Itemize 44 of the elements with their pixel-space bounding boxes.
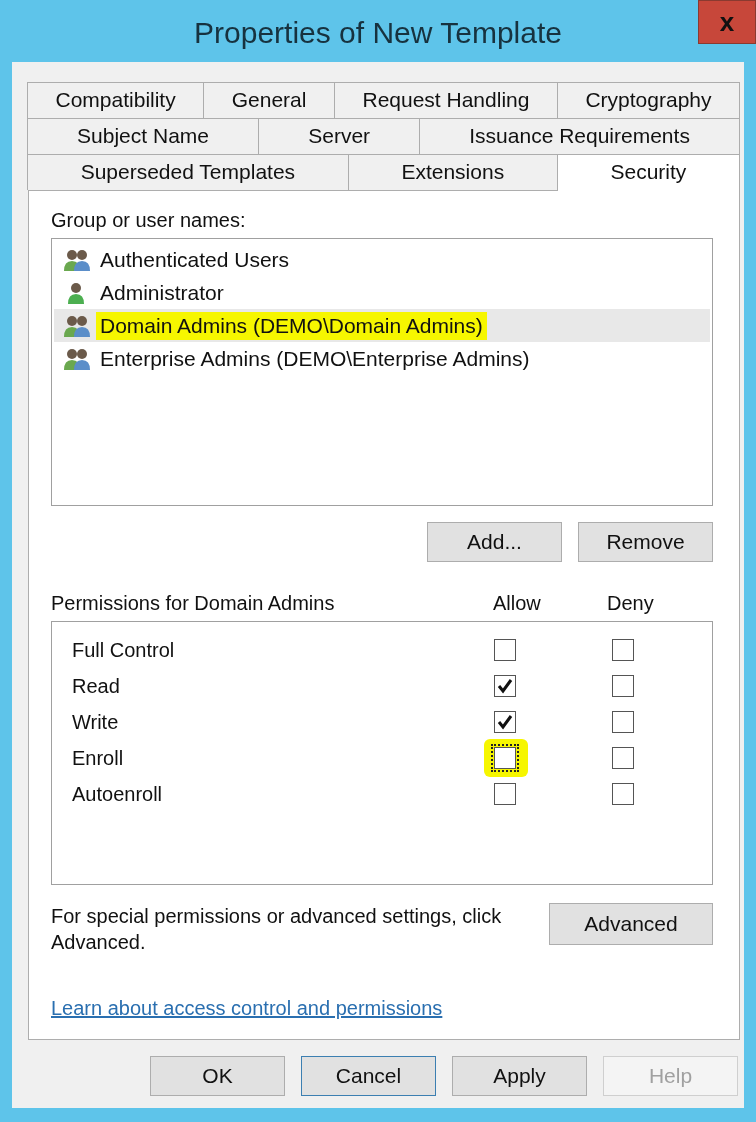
checkmark-icon: [497, 714, 513, 730]
permission-name: Enroll: [72, 746, 125, 770]
permission-name: Full Control: [72, 638, 176, 662]
tab[interactable]: Security: [556, 154, 740, 191]
user-name: Domain Admins (DEMO\Domain Admins): [96, 311, 487, 340]
deny-checkbox[interactable]: [612, 747, 634, 769]
tab[interactable]: Cryptography: [556, 82, 740, 118]
user-name: Enterprise Admins (DEMO\Enterprise Admins): [99, 345, 531, 372]
advanced-note: For special permissions or advanced settings, click Advanced.: [51, 904, 503, 955]
user-list-item[interactable]: Enterprise Admins (DEMO\Enterprise Admins): [54, 342, 710, 375]
allow-checkbox[interactable]: [494, 783, 516, 805]
window-title: Properties of New Template: [194, 16, 562, 50]
column-header: Allow: [492, 592, 542, 615]
deny-checkbox[interactable]: [612, 675, 634, 697]
user-name: Authenticated Users: [99, 246, 291, 273]
allow-checkbox[interactable]: [494, 639, 516, 661]
user-list-item[interactable]: Administrator: [54, 276, 710, 309]
help-link[interactable]: Learn about access control and permissions: [51, 997, 443, 1020]
user-list-item[interactable]: Authenticated Users: [54, 243, 710, 276]
permission-name: Autoenroll: [72, 782, 164, 806]
deny-checkbox[interactable]: [612, 783, 634, 805]
permissions-label: Permissions for Domain Admins: [51, 592, 336, 615]
list-action-button[interactable]: Remove: [578, 522, 713, 562]
tab[interactable]: Compatibility: [27, 82, 205, 118]
allow-checkbox[interactable]: [494, 711, 516, 733]
tab[interactable]: Issuance Requirements: [419, 118, 740, 154]
deny-checkbox[interactable]: [612, 711, 634, 733]
dialog-button[interactable]: OK: [150, 1056, 285, 1096]
tab[interactable]: Subject Name: [27, 118, 260, 154]
allow-checkbox[interactable]: [494, 675, 516, 697]
deny-checkbox[interactable]: [612, 639, 634, 661]
checkmark-icon: [497, 678, 513, 694]
users-label: Group or user names:: [51, 209, 247, 232]
dialog-button[interactable]: Cancel: [301, 1056, 436, 1096]
advanced-button[interactable]: Advanced: [549, 903, 713, 945]
tab[interactable]: Superseded Templates: [27, 154, 349, 190]
column-header: Deny: [606, 592, 655, 615]
list-action-button[interactable]: Add...: [427, 522, 562, 562]
permission-name: Read: [72, 674, 121, 698]
user-name: Administrator: [99, 279, 225, 306]
user-list-item[interactable]: Domain Admins (DEMO\Domain Admins): [54, 309, 710, 342]
permission-name: Write: [72, 710, 120, 734]
close-button[interactable]: x: [698, 0, 756, 44]
dialog-button[interactable]: Apply: [452, 1056, 587, 1096]
